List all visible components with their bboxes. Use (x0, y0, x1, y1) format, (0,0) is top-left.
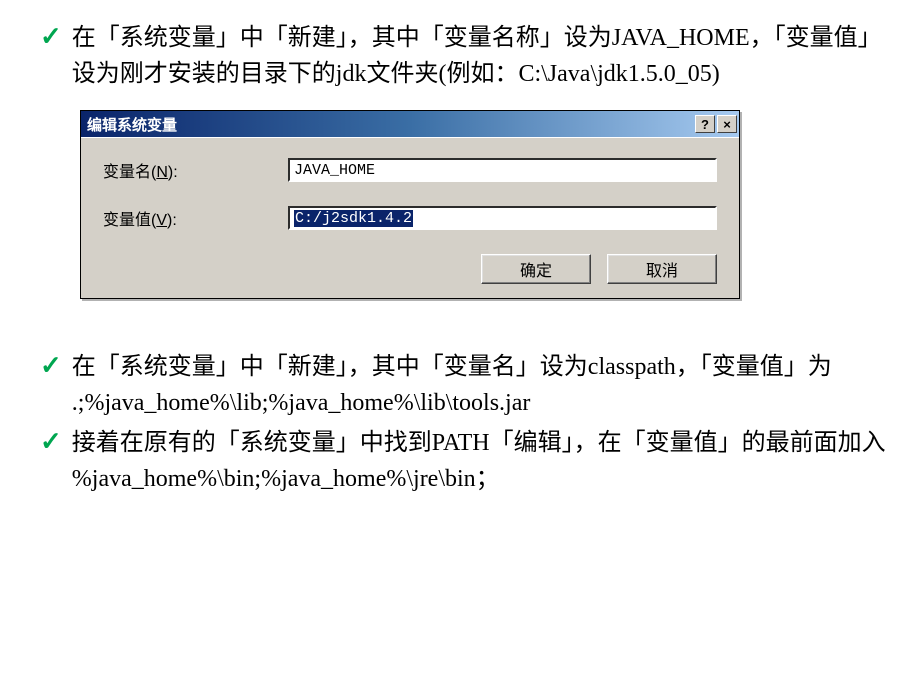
variable-value-label: 变量值(V): (103, 206, 288, 230)
close-button[interactable]: × (717, 115, 737, 133)
variable-name-value: JAVA_HOME (294, 162, 375, 179)
edit-system-variable-dialog: 编辑系统变量 ? × 变量名(N): JAVA_HOME 变 (80, 110, 740, 299)
help-button[interactable]: ? (695, 115, 715, 133)
check-icon: ✓ (40, 349, 62, 383)
bullet-1: ✓ 在「系统变量」中「新建」，其中「变量名称」设为JAVA_HOME，「变量值」… (40, 20, 890, 92)
check-icon: ✓ (40, 425, 62, 459)
bullet-2: ✓ 在「系统变量」中「新建」，其中「变量名」设为classpath，「变量值」为… (40, 349, 890, 421)
bullet-3: ✓ 接着在原有的「系统变量」中找到PATH「编辑」，在「变量值」的最前面加入 %… (40, 425, 890, 497)
variable-name-row: 变量名(N): JAVA_HOME (103, 158, 717, 182)
cancel-button[interactable]: 取消 (607, 254, 717, 284)
check-icon: ✓ (40, 20, 62, 54)
bullet-2-code: .;%java_home%\lib;%java_home%\lib\tools.… (72, 390, 531, 416)
dialog-screenshot: 编辑系统变量 ? × 变量名(N): JAVA_HOME 变 (80, 110, 890, 299)
variable-value-value: C:/j2sdk1.4.2 (294, 210, 413, 227)
bullet-3-text: 接着在原有的「系统变量」中找到PATH「编辑」，在「变量值」的最前面加入 %ja… (72, 425, 886, 497)
dialog-titlebar: 编辑系统变量 ? × (81, 111, 739, 137)
variable-name-input[interactable]: JAVA_HOME (288, 158, 717, 182)
dialog-body: 变量名(N): JAVA_HOME 变量值(V): C:/j2sdk1.4.2 … (81, 137, 739, 298)
bullet-1-text: 在「系统变量」中「新建」，其中「变量名称」设为JAVA_HOME，「变量值」设为… (72, 20, 890, 92)
dialog-title: 编辑系统变量 (87, 114, 695, 135)
variable-value-input[interactable]: C:/j2sdk1.4.2 (288, 206, 717, 230)
variable-name-label: 变量名(N): (103, 158, 288, 182)
ok-button[interactable]: 确定 (481, 254, 591, 284)
bullet-3-code: %java_home%\bin;%java_home%\jre\bin； (72, 466, 500, 492)
bullet-2-text: 在「系统变量」中「新建」，其中「变量名」设为classpath，「变量值」为 .… (72, 349, 832, 421)
variable-value-row: 变量值(V): C:/j2sdk1.4.2 (103, 206, 717, 230)
